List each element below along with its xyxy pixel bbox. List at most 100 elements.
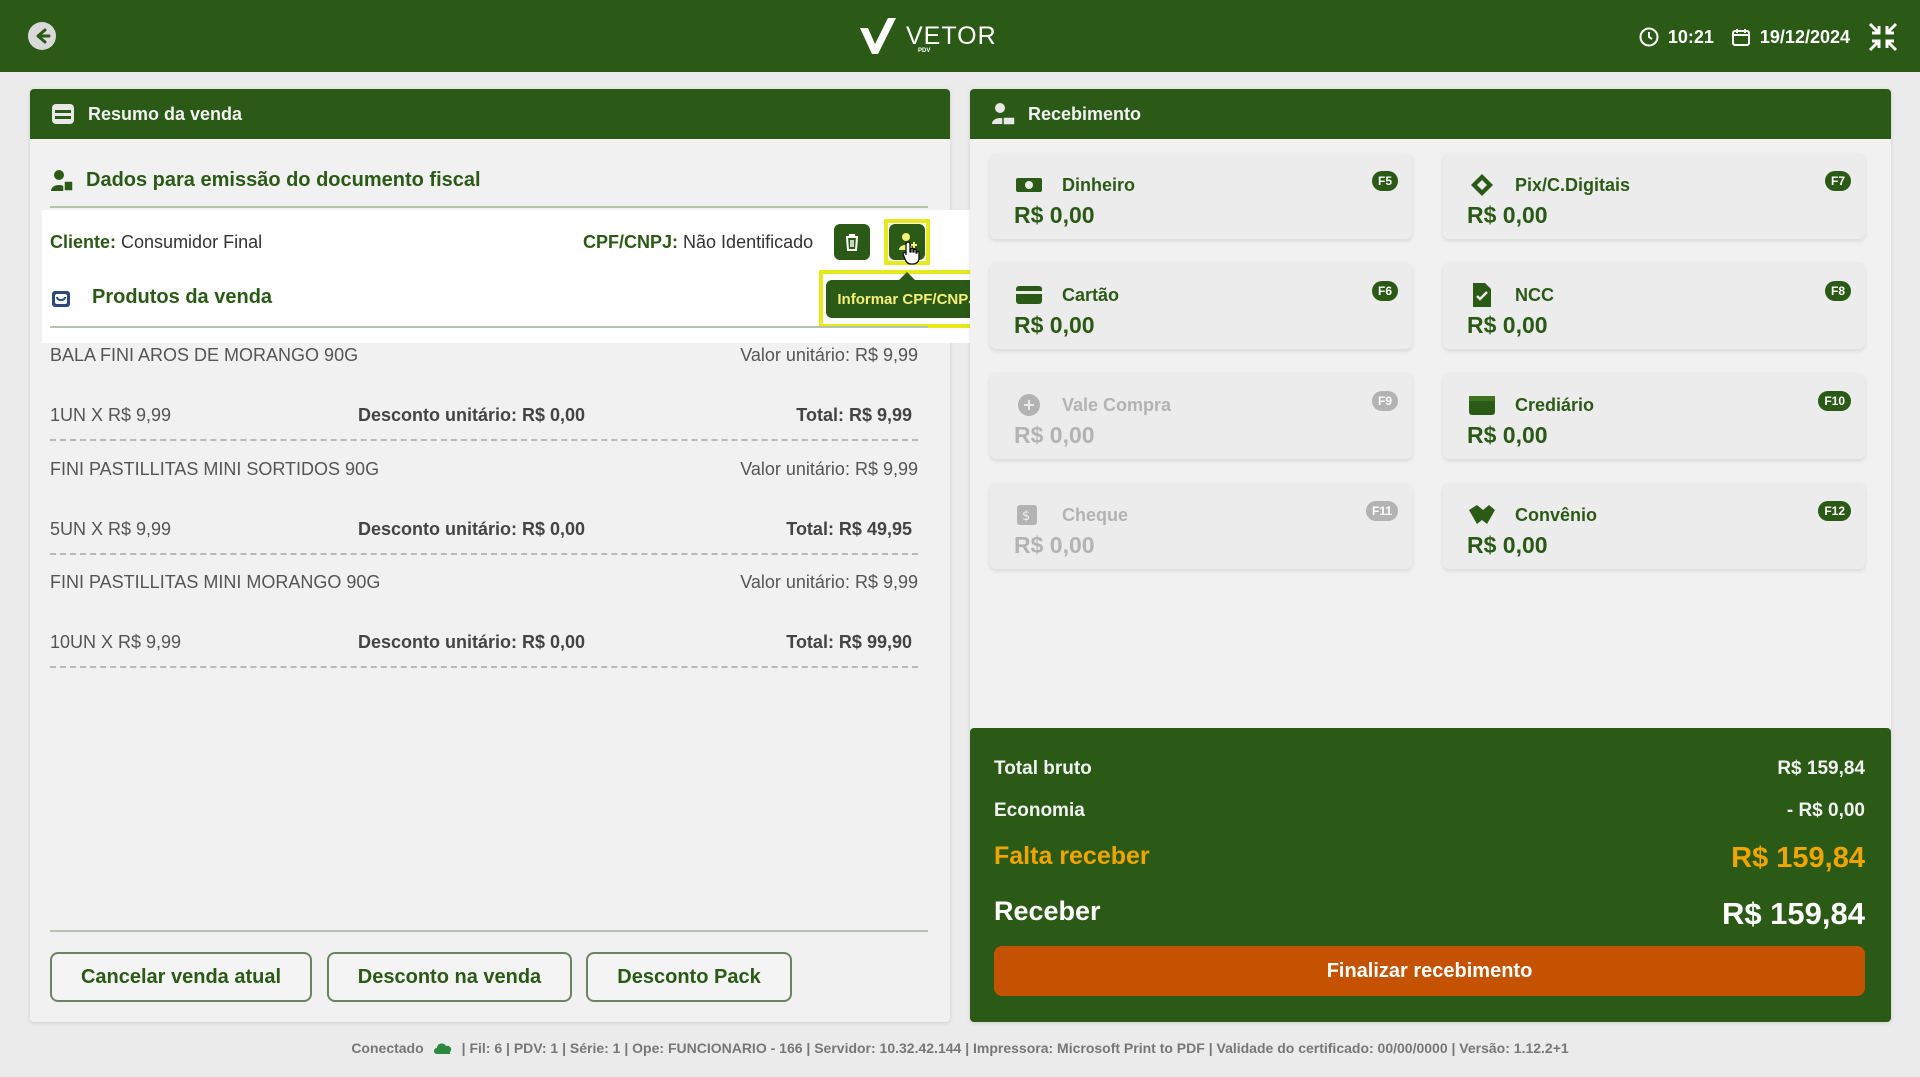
- payment-header: Recebimento: [970, 89, 1891, 139]
- fiscal-divider: [50, 206, 928, 208]
- tile-name: Dinheiro: [1062, 175, 1136, 195]
- shortcut-badge: F10: [1818, 391, 1851, 411]
- falta-receber-label: Falta receber: [994, 842, 1150, 870]
- falta-receber-value: R$ 159,84: [1731, 842, 1865, 874]
- cursor-hand-icon: [902, 241, 920, 265]
- tile-name: Pix/C.Digitais: [1515, 175, 1631, 195]
- payment-tile-pix[interactable]: Pix/C.Digitais R$ 0,00 F7: [1443, 153, 1865, 239]
- product-separator: [50, 439, 918, 441]
- cpf-value: Não Identificado: [683, 232, 814, 252]
- product-name: FINI PASTILLITAS MINI SORTIDOS 90G: [50, 458, 380, 479]
- products-divider: [50, 326, 928, 328]
- payment-tile-cartao[interactable]: Cartão R$ 0,00 F6: [990, 263, 1412, 349]
- tile-name: Convênio: [1515, 505, 1598, 525]
- product-quantity: 5UN X R$ 9,99: [50, 518, 172, 539]
- payment-tile-convenio[interactable]: Convênio R$ 0,00 F12: [1443, 483, 1865, 569]
- product-discount: Desconto unitário: R$ 0,00: [358, 631, 586, 652]
- receipt-icon: [52, 104, 74, 124]
- back-button[interactable]: [28, 22, 56, 50]
- inform-cpf-tooltip: Informar CPF/CNPJ: [826, 272, 988, 318]
- sale-summary-title: Resumo da venda: [88, 103, 243, 124]
- actions-divider: [50, 930, 928, 932]
- shortcut-badge: F9: [1371, 391, 1398, 411]
- total-bruto-value: R$ 159,84: [1777, 758, 1865, 779]
- product-total: Total: R$ 49,95: [786, 518, 912, 539]
- economia-label: Economia: [994, 800, 1085, 821]
- user-cash-icon: [992, 103, 1016, 126]
- top-bar: VETOR PDV 10:21 19/12/2024: [0, 0, 1920, 72]
- product-item[interactable]: FINI PASTILLITAS MINI SORTIDOS 90G Valor…: [50, 454, 918, 544]
- payment-tile-crediario[interactable]: Crediário R$ 0,00 F10: [1443, 373, 1865, 459]
- sale-summary-header: Resumo da venda: [30, 89, 950, 139]
- payment-title: Recebimento: [1028, 103, 1142, 124]
- footer-info: | Fil: 6 | PDV: 1 | Série: 1 | Ope: FUNC…: [461, 1040, 1569, 1056]
- svg-text:$: $: [1022, 509, 1030, 524]
- tile-value: R$ 0,00: [1467, 532, 1548, 558]
- product-item[interactable]: BALA FINI AROS DE MORANGO 90G Valor unit…: [50, 340, 918, 430]
- date: 19/12/2024: [1730, 26, 1850, 48]
- clock-icon: [1639, 27, 1659, 47]
- product-unit-price: Valor unitário: R$ 9,99: [740, 458, 918, 479]
- client-value: Consumidor Final: [121, 232, 263, 252]
- cash-icon: [1016, 178, 1042, 192]
- tile-value: R$ 0,00: [1467, 422, 1548, 448]
- cancel-sale-button[interactable]: Cancelar venda atual: [50, 952, 312, 1002]
- tile-value: R$ 0,00: [1014, 202, 1095, 228]
- document-icon: [1473, 283, 1491, 307]
- tile-name: Crediário: [1515, 395, 1595, 415]
- economia-row: Economia - R$ 0,00: [994, 800, 1865, 822]
- logo-check-icon: [860, 18, 896, 54]
- payment-tile-ncc[interactable]: NCC R$ 0,00 F8: [1443, 263, 1865, 349]
- date-text: 19/12/2024: [1759, 26, 1850, 47]
- cloud-connected-icon: [433, 1043, 451, 1054]
- shortcut-badge: F7: [1824, 171, 1851, 191]
- time-text: 10:21: [1667, 26, 1714, 47]
- remove-client-button[interactable]: [834, 224, 870, 260]
- fiscal-section-title: Dados para emissão do documento fiscal: [50, 168, 481, 192]
- product-discount: Desconto unitário: R$ 0,00: [358, 518, 586, 539]
- credit-card-icon: [1016, 286, 1042, 304]
- arrow-left-icon: [36, 28, 51, 44]
- calendar-icon: [1731, 29, 1750, 46]
- product-quantity: 1UN X R$ 9,99: [50, 404, 172, 425]
- payment-tile-vale-compra[interactable]: Vale Compra R$ 0,00 F9: [990, 373, 1412, 459]
- tile-value: R$ 0,00: [1014, 312, 1095, 338]
- finalize-payment-button[interactable]: Finalizar recebimento: [994, 946, 1865, 996]
- total-bruto-row: Total bruto R$ 159,84: [994, 758, 1865, 780]
- collapse-icon[interactable]: [1866, 20, 1900, 54]
- sale-discount-button[interactable]: Desconto na venda: [327, 952, 572, 1002]
- shortcut-badge: F5: [1371, 171, 1398, 191]
- tile-value: R$ 0,00: [1014, 532, 1095, 558]
- tile-name: Cheque: [1062, 505, 1129, 525]
- pack-discount-button[interactable]: Desconto Pack: [586, 952, 792, 1002]
- logo-text: VETOR: [906, 21, 997, 50]
- trash-icon: [846, 234, 858, 251]
- receber-value: R$ 159,84: [1721, 896, 1865, 931]
- products-section-title: Produtos da venda: [50, 286, 272, 309]
- voucher-icon: [1018, 394, 1040, 416]
- payment-tile-dinheiro[interactable]: Dinheiro R$ 0,00 F5: [990, 153, 1412, 239]
- connection-status: Conectado: [351, 1040, 424, 1056]
- logo-subtext: PDV: [918, 48, 931, 54]
- fiscal-title-text: Dados para emissão do documento fiscal: [86, 168, 481, 191]
- clock: 10:21: [1638, 26, 1714, 48]
- check-money-icon: $: [1017, 505, 1037, 525]
- handshake-icon: [1469, 505, 1495, 524]
- status-footer: Conectado | Fil: 6 | PDV: 1 | Série: 1 |…: [0, 1040, 1920, 1056]
- shortcut-badge: F6: [1371, 281, 1398, 301]
- vetor-logo: VETOR PDV: [856, 14, 997, 58]
- cpf-label: CPF/CNPJ:: [583, 232, 679, 252]
- pix-icon: [1471, 174, 1493, 196]
- product-unit-price: Valor unitário: R$ 9,99: [740, 344, 918, 365]
- product-item[interactable]: FINI PASTILLITAS MINI MORANGO 90G Valor …: [50, 567, 918, 657]
- receber-row: Receber R$ 159,84: [994, 896, 1865, 932]
- tile-value: R$ 0,00: [1467, 312, 1548, 338]
- shortcut-badge: F8: [1824, 281, 1851, 301]
- product-separator: [50, 666, 918, 668]
- totals-box: Total bruto R$ 159,84 Economia - R$ 0,00…: [970, 728, 1891, 1022]
- payment-tile-cheque[interactable]: $ Cheque R$ 0,00 F11: [990, 483, 1412, 569]
- tile-value: R$ 0,00: [1014, 422, 1095, 448]
- economia-value: - R$ 0,00: [1786, 800, 1865, 821]
- product-total: Total: R$ 9,99: [796, 404, 912, 425]
- bag-icon: [52, 290, 70, 307]
